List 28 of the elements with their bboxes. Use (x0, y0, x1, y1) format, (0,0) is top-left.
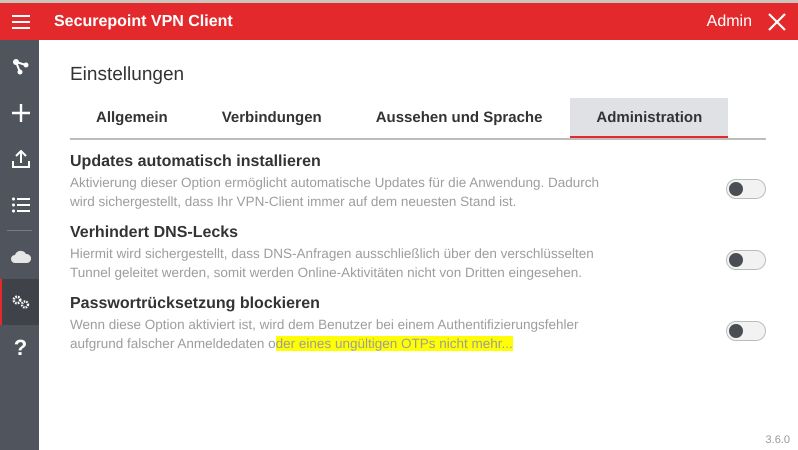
plus-icon (12, 104, 30, 122)
page-title: Einstellungen (70, 64, 186, 86)
toggle-switch[interactable] (726, 250, 766, 270)
close-icon[interactable] (768, 12, 786, 30)
sidebar-item[interactable]: ? (0, 325, 39, 371)
cloud-icon (10, 250, 30, 262)
tab[interactable]: Aussehen und Sprache (350, 98, 568, 138)
tab[interactable]: Allgemein (70, 98, 194, 138)
setting-title: Updates automatisch installieren (70, 153, 322, 171)
setting-title: Verhindert DNS-Lecks (70, 224, 240, 242)
app-title: Securepoint VPN Client (54, 12, 234, 30)
menu-icon[interactable] (12, 14, 30, 28)
network-icon (12, 59, 30, 75)
user-name[interactable]: Admin (706, 12, 752, 30)
tab[interactable]: Administration (570, 98, 728, 138)
setting-title: Passwortrücksetzung blockieren (70, 295, 321, 313)
list-icon (12, 197, 30, 213)
toggle-switch[interactable] (726, 179, 766, 199)
sidebar-item[interactable] (0, 279, 39, 325)
setting-description: Wenn diese Option aktiviert ist, wird dem Benutzer bei einem Authentifizierungsfehler aufgrund falscher Anmeldedaten oder eines ungültigen OTPs nicht mehr... (70, 316, 580, 353)
toggle-switch[interactable] (726, 321, 766, 341)
setting-description: Aktivierung dieser Option ermöglicht automatische Updates für die Anwendung. Dadurch wird sichergestellt, dass Ihr VPN-Client immer auf dem neuesten Stand ist. (70, 174, 600, 211)
setting-description: Hiermit wird sichergestellt, dass DNS-Anfragen ausschließlich über den verschlüsselten Tunnel geleitet werden, somit werden Online-Aktivitäten nicht von Dritten eingesehen. (70, 245, 595, 282)
version-label: 3.6.0 (766, 434, 790, 446)
help-icon: ? (14, 337, 28, 359)
upload-icon (12, 150, 30, 168)
tab[interactable]: Verbindungen (196, 98, 348, 138)
gears-icon (12, 295, 30, 309)
